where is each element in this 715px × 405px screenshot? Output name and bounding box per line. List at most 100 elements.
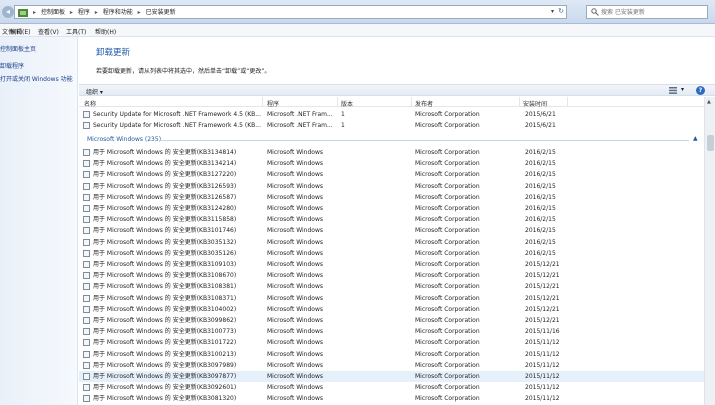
update-icon (83, 294, 90, 302)
page-description: 若要卸载更新，请从列表中将其选中，然后单击“卸载”或“更改”。 (96, 68, 271, 75)
control-panel-icon (18, 9, 28, 17)
group-divider (159, 140, 689, 141)
update-name: 用于 Microsoft Windows 的 安全更新(KB3035132) (93, 238, 237, 246)
table-row[interactable]: 用于 Microsoft Windows 的 安全更新(KB3097877) Mi… (79, 371, 704, 383)
sidebar-uninstall-program[interactable]: 卸载程序 (0, 61, 24, 70)
scroll-up-icon[interactable]: ▲ (707, 99, 711, 105)
update-icon (83, 227, 90, 235)
update-program: Microsoft Windows (267, 227, 323, 235)
column-divider[interactable] (411, 97, 412, 107)
sidebar-windows-features[interactable]: 打开或关闭 Windows 功能 (0, 74, 73, 83)
column-divider[interactable] (519, 97, 520, 107)
view-dropdown-icon[interactable]: ▾ (681, 86, 684, 93)
sidebar-control-panel-home[interactable]: 控制面板主页 (0, 44, 36, 53)
update-program: Microsoft Windows (267, 261, 323, 268)
table-row[interactable]: Security Update for Microsoft .NET Frame… (79, 120, 704, 131)
update-date: 2016/2/15 (525, 171, 556, 179)
table-row[interactable]: 用于 Microsoft Windows 的 安全更新(KB3081320) Mi… (79, 393, 704, 404)
table-row[interactable]: 用于 Microsoft Windows 的 安全更新(KB3035132) Mi… (79, 237, 704, 248)
update-icon (83, 205, 90, 212)
column-installed-on[interactable]: 安装时间 (523, 99, 547, 108)
update-date: 2016/2/15 (525, 182, 556, 190)
update-icon (83, 171, 90, 179)
column-program[interactable]: 程序 (267, 99, 279, 108)
organize-button[interactable]: 组织 ▾ (86, 87, 103, 96)
back-icon[interactable]: ◂ (2, 6, 14, 18)
table-row[interactable]: 用于 Microsoft Windows 的 安全更新(KB3100213) Mi… (79, 349, 704, 360)
table-row[interactable]: 用于 Microsoft Windows 的 安全更新(KB3104002) Mi… (79, 304, 704, 315)
vertical-scrollbar[interactable]: ▲ (704, 97, 715, 405)
address-field[interactable]: ▸ 控制面板 ▸ 程序 ▸ 程序和功能 ▸ 已安装更新 ▾ ↻ (14, 5, 567, 19)
crumb-programs-features[interactable]: 程序和功能 (103, 9, 133, 16)
table-row[interactable]: 用于 Microsoft Windows 的 安全更新(KB3101722) Mi… (79, 337, 704, 348)
crumb-programs[interactable]: 程序 (78, 9, 90, 16)
table-row[interactable]: 用于 Microsoft Windows 的 安全更新(KB3134814) Mi… (79, 147, 704, 158)
update-date: 2015/12/21 (525, 305, 560, 313)
table-row[interactable]: 用于 Microsoft Windows 的 安全更新(KB3097989) Mi… (79, 360, 704, 371)
column-divider[interactable] (567, 97, 568, 107)
update-name: 用于 Microsoft Windows 的 安全更新(KB3134214) (93, 160, 237, 168)
menu-help[interactable]: 帮助(H) (95, 27, 116, 36)
table-row[interactable]: 用于 Microsoft Windows 的 安全更新(KB3108371) Mi… (79, 293, 704, 304)
column-version[interactable]: 版本 (341, 99, 353, 108)
address-dropdown-icon[interactable]: ▾ (551, 8, 554, 15)
search-input[interactable] (601, 7, 705, 17)
table-row[interactable]: 用于 Microsoft Windows 的 安全更新(KB3134214) Mi… (79, 158, 704, 169)
refresh-icon[interactable]: ↻ (558, 7, 564, 15)
update-icon (83, 261, 90, 268)
table-row[interactable]: 用于 Microsoft Windows 的 安全更新(KB3108381) Mi… (79, 281, 704, 292)
update-publisher: Microsoft Corporation (415, 350, 480, 358)
update-icon (83, 160, 90, 168)
table-row[interactable]: 用于 Microsoft Windows 的 安全更新(KB3108670) Mi… (79, 270, 704, 281)
update-icon (83, 272, 90, 280)
update-date: 2015/6/21 (525, 111, 556, 118)
column-publisher[interactable]: 发布者 (415, 99, 433, 108)
column-name[interactable]: 名称 (84, 99, 96, 108)
table-row[interactable]: 用于 Microsoft Windows 的 安全更新(KB3126587) Mi… (79, 192, 704, 203)
update-date: 2015/11/12 (525, 361, 560, 369)
scroll-thumb[interactable] (707, 135, 714, 151)
update-date: 2016/2/15 (525, 193, 556, 201)
table-row[interactable]: 用于 Microsoft Windows 的 安全更新(KB3100773) Mi… (79, 326, 704, 337)
update-version: 1 (341, 122, 345, 130)
update-program: Microsoft Windows (267, 238, 323, 246)
table-row[interactable]: 用于 Microsoft Windows 的 安全更新(KB3092601) Mi… (79, 382, 704, 393)
help-icon[interactable]: ? (696, 86, 705, 95)
update-date: 2015/11/12 (525, 339, 560, 347)
update-program: Microsoft Windows (267, 193, 323, 201)
table-row[interactable]: 用于 Microsoft Windows 的 安全更新(KB3115858) Mi… (79, 214, 704, 225)
update-name: 用于 Microsoft Windows 的 安全更新(KB3104002) (93, 305, 237, 313)
menu-view[interactable]: 查看(V) (38, 27, 59, 36)
menu-edit[interactable]: 编辑(E) (10, 27, 30, 36)
table-row[interactable]: 用于 Microsoft Windows 的 安全更新(KB3126593) Mi… (79, 181, 704, 192)
update-date: 2015/12/21 (525, 272, 560, 280)
update-date: 2016/2/15 (525, 205, 556, 212)
search-field[interactable] (586, 5, 708, 19)
crumb-installed-updates[interactable]: 已安装更新 (146, 9, 176, 16)
crumb-control-panel[interactable]: 控制面板 (41, 9, 65, 16)
update-name: 用于 Microsoft Windows 的 安全更新(KB3115858) (93, 216, 237, 224)
group-header-microsoft-windows[interactable]: Microsoft Windows (235) ▲ (79, 135, 704, 145)
update-name: 用于 Microsoft Windows 的 安全更新(KB3097989) (93, 361, 237, 369)
update-date: 2015/11/12 (525, 384, 560, 392)
update-program: Microsoft Windows (267, 350, 323, 358)
table-row[interactable]: 用于 Microsoft Windows 的 安全更新(KB3099862) Mi… (79, 315, 704, 326)
update-program: Microsoft Windows (267, 384, 323, 392)
view-options-icon[interactable] (669, 87, 677, 94)
table-row[interactable]: 用于 Microsoft Windows 的 安全更新(KB3101746) Mi… (79, 225, 704, 236)
column-divider[interactable] (337, 97, 338, 107)
table-row[interactable]: 用于 Microsoft Windows 的 安全更新(KB3124280) Mi… (79, 203, 704, 214)
menu-tools[interactable]: 工具(T) (66, 27, 86, 36)
table-row[interactable]: 用于 Microsoft Windows 的 安全更新(KB3127220) Mi… (79, 169, 704, 180)
update-icon (83, 339, 90, 347)
toolbar: 组织 ▾ ▾ ? (79, 84, 715, 96)
table-row[interactable]: Security Update for Microsoft .NET Frame… (79, 109, 704, 120)
update-date: 2015/12/21 (525, 283, 560, 291)
collapse-icon[interactable]: ▲ (693, 135, 698, 142)
update-publisher: Microsoft Corporation (415, 339, 480, 347)
table-row[interactable]: 用于 Microsoft Windows 的 安全更新(KB3035126) Mi… (79, 248, 704, 259)
update-publisher: Microsoft Corporation (415, 317, 480, 324)
column-divider[interactable] (262, 97, 263, 107)
page-title: 卸载更新 (96, 48, 131, 58)
table-row[interactable]: 用于 Microsoft Windows 的 安全更新(KB3109103) Mi… (79, 259, 704, 270)
